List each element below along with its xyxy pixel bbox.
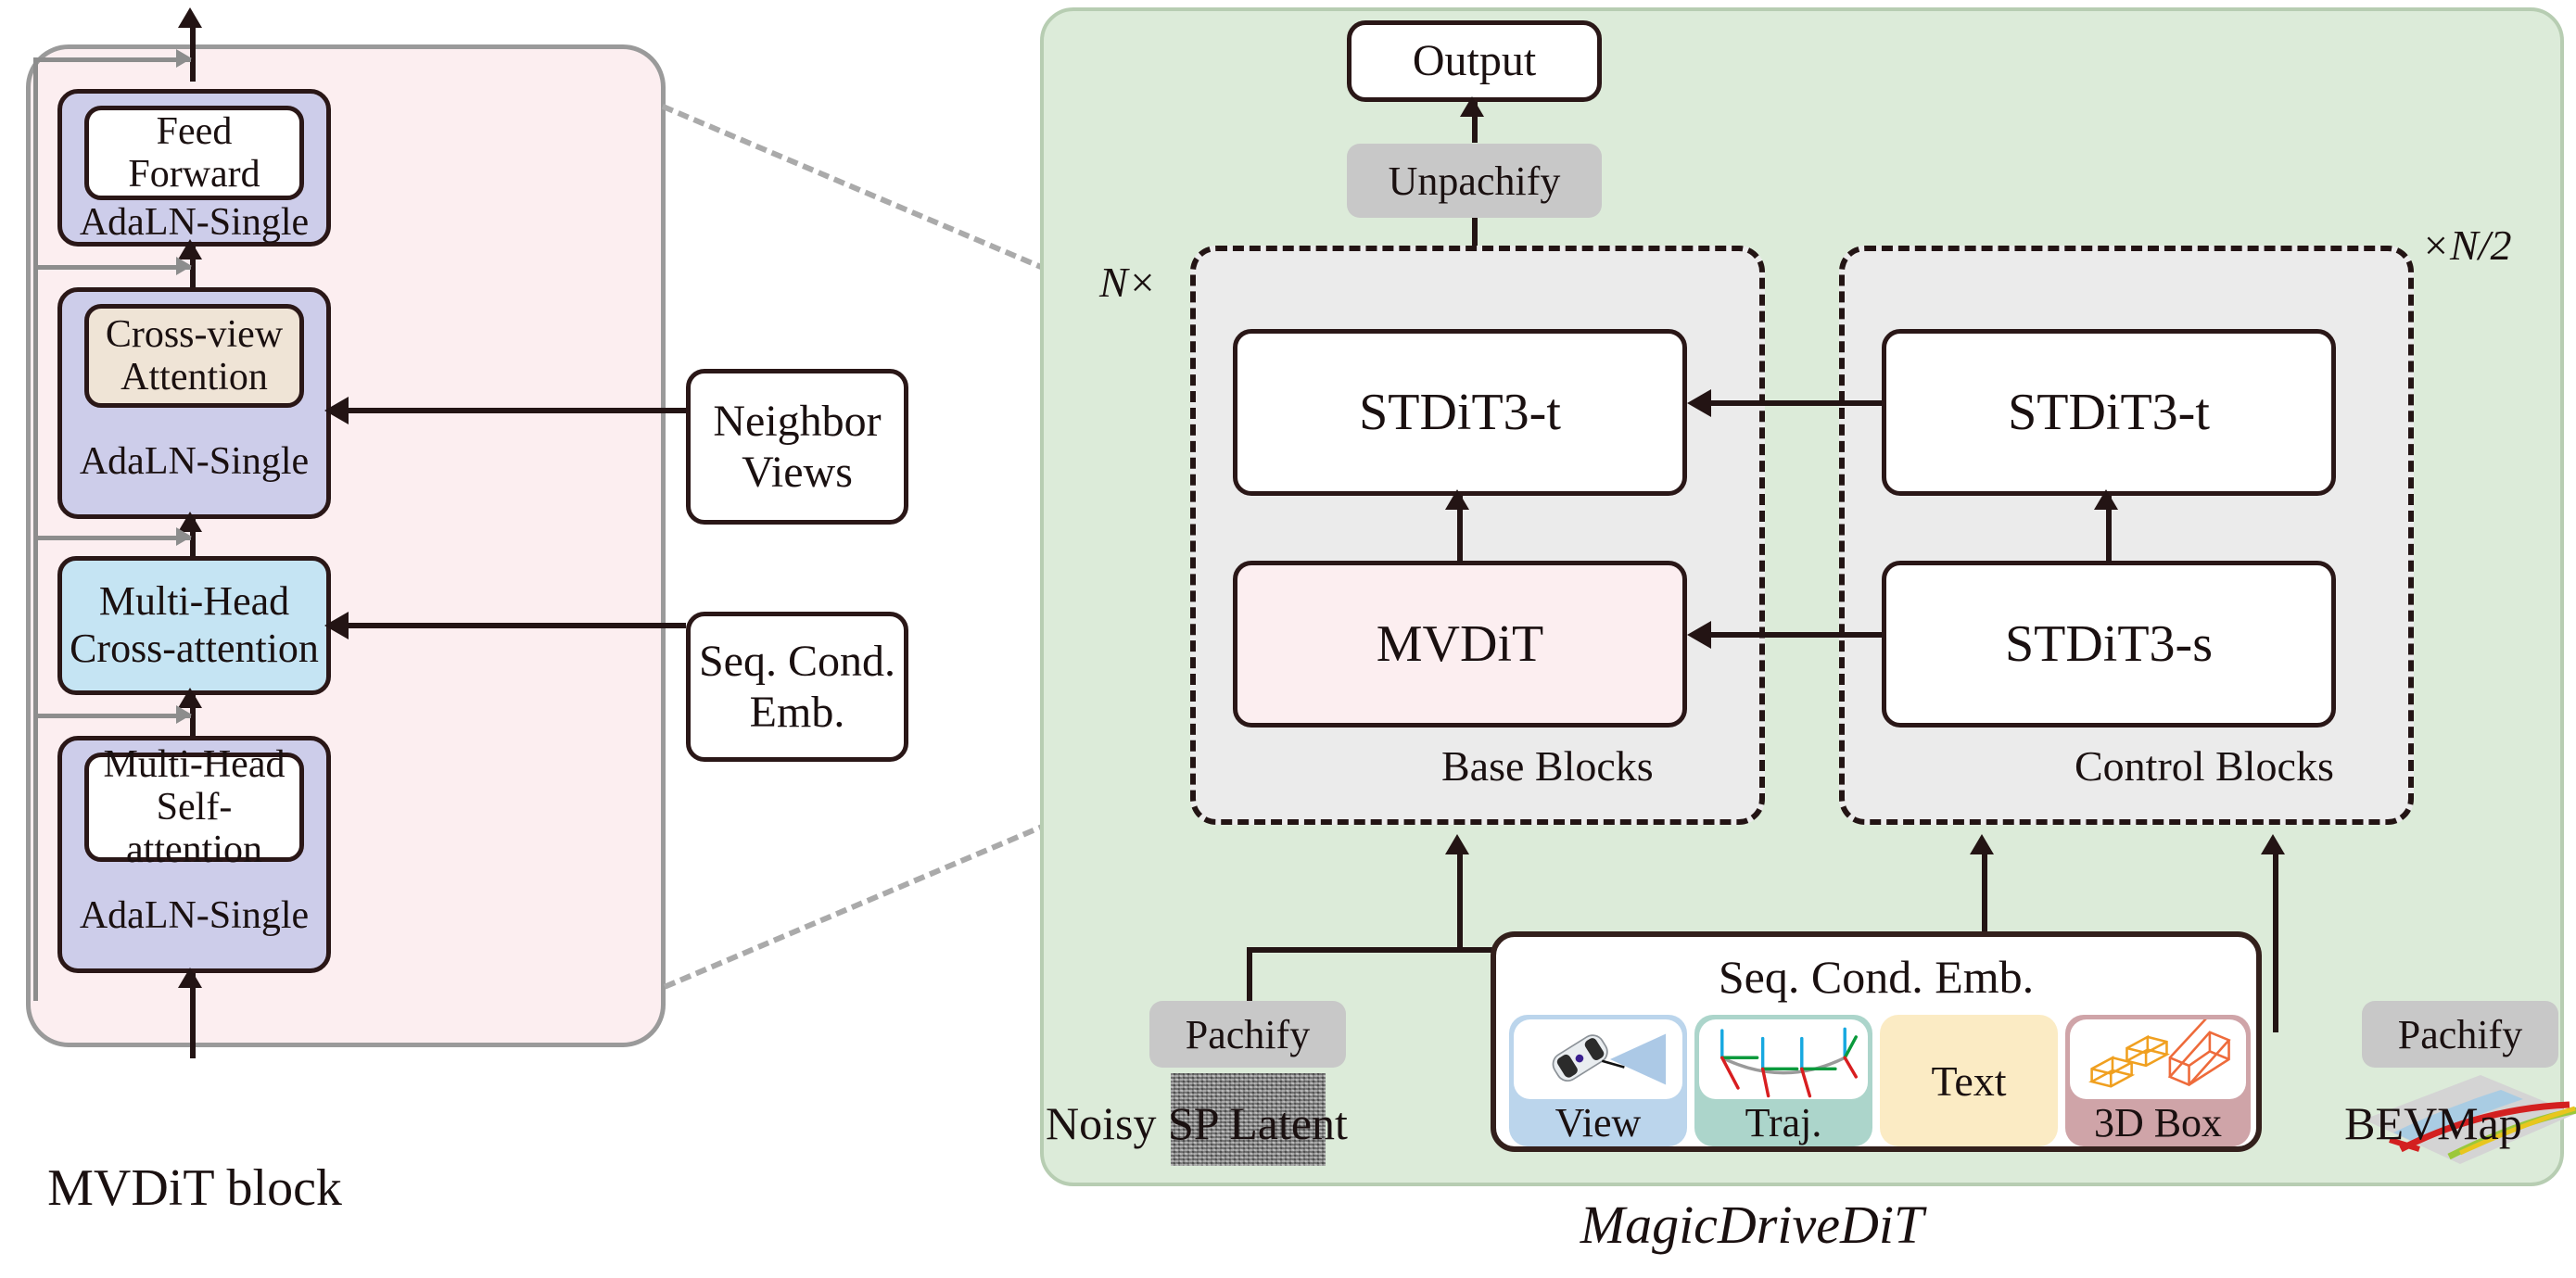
magicdrivedit-caption: MagicDriveDiT: [1580, 1195, 1924, 1255]
output-box: Output: [1347, 20, 1602, 102]
cond-chip-text-label: Text: [1931, 1057, 2007, 1105]
residual-skip-3: [33, 536, 191, 721]
base-internal-arrowhead: [1445, 489, 1469, 510]
mvdit-input-arrowhead: [178, 968, 202, 988]
residual-skip-4: [33, 714, 191, 1001]
cond-chip-view: View: [1509, 1015, 1687, 1146]
cond-chip-3dbox: 3D Box: [2065, 1015, 2251, 1146]
cond-chip-text: Text: [1880, 1015, 2058, 1146]
bevmap-pachify-chip: Pachify: [2362, 1001, 2558, 1068]
trajectory-icon: [1699, 1019, 1868, 1099]
base-input-arrowhead: [1445, 834, 1469, 854]
unpachify-chip: Unpachify: [1347, 144, 1602, 218]
neighbor-views-connector: [331, 408, 686, 413]
noisy-sp-latent-label: Noisy SP Latent: [1046, 1097, 1348, 1149]
neighbor-views-arrowhead: [324, 397, 349, 424]
3d-box-icon: [2070, 1019, 2246, 1099]
control-to-base-line-bottom: [1711, 632, 1882, 638]
bevmap-label: BEVMap: [2344, 1097, 2522, 1149]
seq-cond-arrowhead: [324, 612, 349, 639]
residual-skip-2-arrowhead: [176, 257, 192, 275]
base-block-stdit3t: STDiT3-t: [1233, 329, 1687, 496]
cond-chip-traj-label: Traj.: [1745, 1100, 1822, 1145]
residual-skip-2: [33, 265, 191, 545]
mvdit-output-arrowhead: [178, 7, 202, 28]
camera-view-icon: [1514, 1019, 1682, 1099]
control-block-stdit3s: STDiT3-s: [1882, 561, 2336, 728]
base-blocks-multiplier: N×: [1099, 259, 1157, 306]
bevmap-arrowhead: [2261, 834, 2285, 854]
control-internal-arrowhead: [2094, 489, 2118, 510]
base-blocks-title: Base Blocks: [1441, 742, 1654, 790]
bevmap-stub-riser: [2273, 947, 2278, 1032]
control-to-base-line-top: [1711, 400, 1882, 406]
cond-chip-3dbox-label: 3D Box: [2093, 1100, 2223, 1145]
side-input-seq-cond-emb: Seq. Cond. Emb.: [686, 612, 908, 762]
residual-skip-4-arrowhead: [176, 705, 192, 724]
control-blocks-multiplier: ×N/2: [2421, 221, 2512, 269]
mvdit-block-caption: MVDiT block: [47, 1159, 342, 1217]
output-arrowhead: [1460, 96, 1484, 117]
base-input-riser: [1457, 851, 1463, 953]
base-block-mvdit: MVDiT: [1233, 561, 1687, 728]
bevmap-riser: [2273, 851, 2278, 953]
residual-skip-3-arrowhead: [176, 527, 192, 546]
control-block-stdit3t: STDiT3-t: [1882, 329, 2336, 496]
control-blocks-title: Control Blocks: [2075, 742, 2334, 790]
unpachify-in-line: [1472, 218, 1478, 248]
control-cond-arrowhead: [1970, 834, 1994, 854]
residual-skip-1-arrowhead: [176, 49, 192, 68]
residual-skip-1: [33, 57, 191, 272]
seq-cond-emb-card: Seq. Cond. Emb. View Traj. Text 3D Box: [1491, 931, 2262, 1152]
seq-cond-emb-title: Seq. Cond. Emb.: [1718, 951, 2035, 1003]
cond-chip-view-label: View: [1554, 1100, 1642, 1145]
latent-pachify-chip: Pachify: [1149, 1001, 1346, 1068]
cond-chip-traj: Traj.: [1694, 1015, 1872, 1146]
control-to-base-arrow-bottom: [1687, 621, 1711, 649]
control-to-base-arrow-top: [1687, 389, 1711, 417]
seq-cond-connector: [331, 623, 686, 628]
side-input-neighbor-views: Neighbor Views: [686, 369, 908, 525]
